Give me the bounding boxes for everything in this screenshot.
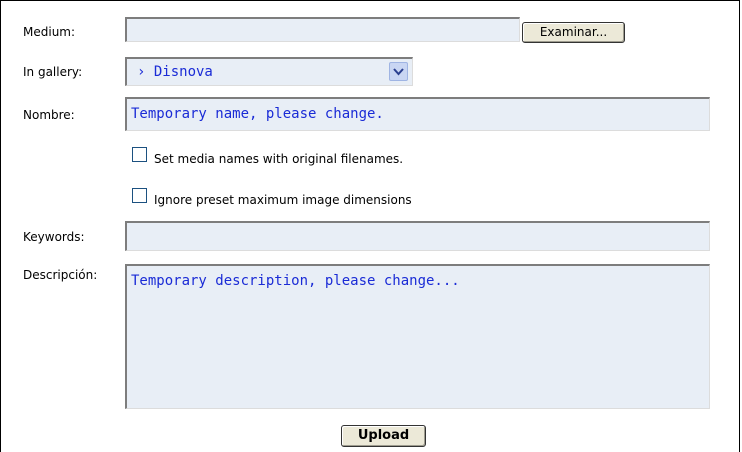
original-filenames-option[interactable]: Set media names with original filenames. <box>132 147 403 166</box>
chevron-down-icon[interactable] <box>389 62 408 81</box>
ignore-dimensions-checkbox[interactable] <box>132 188 147 203</box>
name-label: Nombre: <box>23 108 75 122</box>
keywords-label: Keywords: <box>23 230 85 244</box>
gallery-select[interactable]: › Disnova <box>125 57 413 86</box>
description-textarea[interactable]: Temporary description, please change... <box>125 264 710 409</box>
name-input[interactable]: Temporary name, please change. <box>125 97 710 131</box>
gallery-selected-value: › Disnova <box>137 64 213 80</box>
original-filenames-label: Set media names with original filenames. <box>154 151 404 166</box>
name-input-value: Temporary name, please change. <box>131 106 384 122</box>
description-label: Descripción: <box>23 268 98 282</box>
original-filenames-checkbox[interactable] <box>132 147 147 162</box>
medium-label: Medium: <box>23 25 76 39</box>
gallery-label: In gallery: <box>23 65 83 79</box>
ignore-dimensions-label: Ignore preset maximum image dimensions <box>154 192 412 207</box>
description-textarea-value: Temporary description, please change... <box>131 273 460 289</box>
keywords-input[interactable] <box>125 221 710 251</box>
browse-button[interactable]: Examinar... <box>522 22 625 43</box>
medium-file-input[interactable] <box>125 17 520 42</box>
ignore-dimensions-option[interactable]: Ignore preset maximum image dimensions <box>132 188 412 207</box>
upload-button[interactable]: Upload <box>341 425 426 447</box>
